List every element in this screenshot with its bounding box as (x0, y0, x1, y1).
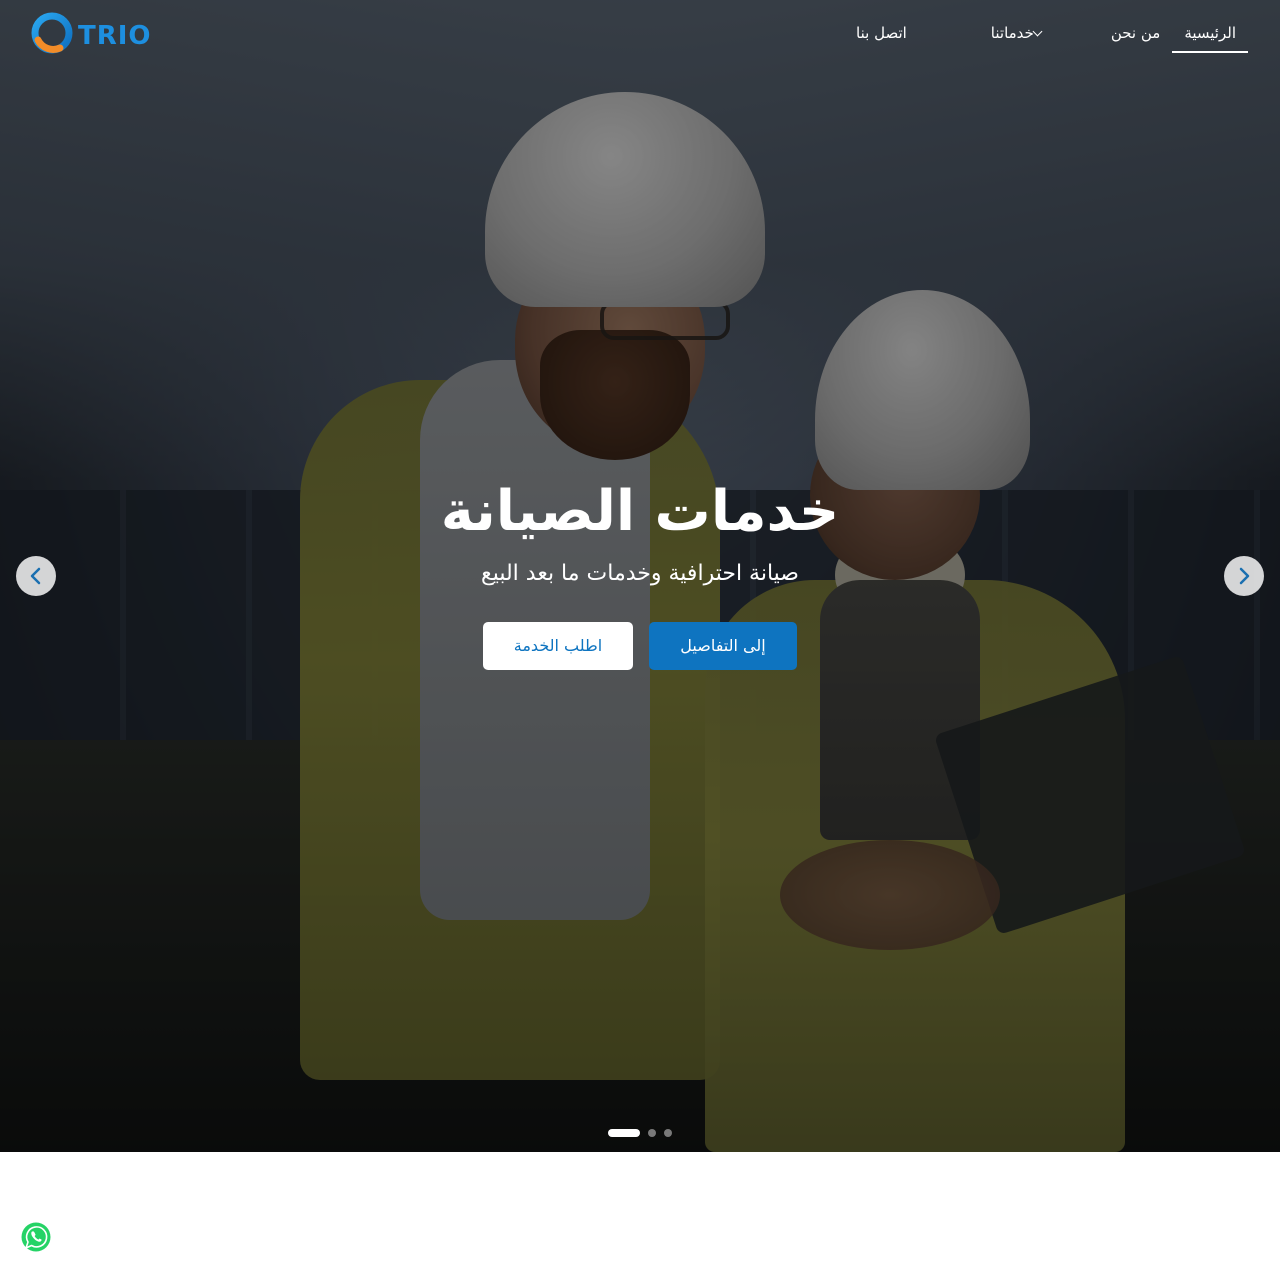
slider-dot-2[interactable] (648, 1129, 656, 1137)
slider-dot-3[interactable] (664, 1129, 672, 1137)
trio-logo-icon: TRIO (31, 12, 152, 54)
nav-item-contact-label: اتصل بنا (856, 24, 907, 42)
site-logo[interactable]: TRIO (30, 10, 160, 56)
nav-item-services[interactable]: خدماتنا (979, 19, 1061, 53)
slider-dot-1[interactable] (608, 1129, 640, 1137)
hero-slider: TRIO الرئيسية من نحن خدماتنا اتصل بنا خد… (0, 0, 1280, 1152)
whatsapp-icon (19, 1220, 53, 1254)
request-service-button[interactable]: اطلب الخدمة (483, 622, 633, 670)
nav-item-about[interactable]: من نحن (1099, 19, 1173, 53)
main-nav: الرئيسية من نحن خدماتنا اتصل بنا (784, 18, 1248, 54)
svg-text:TRIO: TRIO (78, 21, 152, 51)
nav-item-about-label: من نحن (1110, 24, 1161, 42)
hero-title: خدمات الصيانة (440, 479, 840, 544)
nav-item-home-label: الرئيسية (1184, 24, 1236, 42)
nav-item-contact[interactable]: اتصل بنا (844, 19, 919, 53)
hero-subtitle: صيانة احترافية وخدمات ما بعد البيع (480, 561, 799, 586)
nav-item-home[interactable]: الرئيسية (1172, 19, 1248, 53)
nav-item-services-label: خدماتنا (990, 24, 1034, 42)
whatsapp-button[interactable] (18, 1219, 54, 1255)
details-button[interactable]: إلى التفاصيل (649, 622, 797, 670)
